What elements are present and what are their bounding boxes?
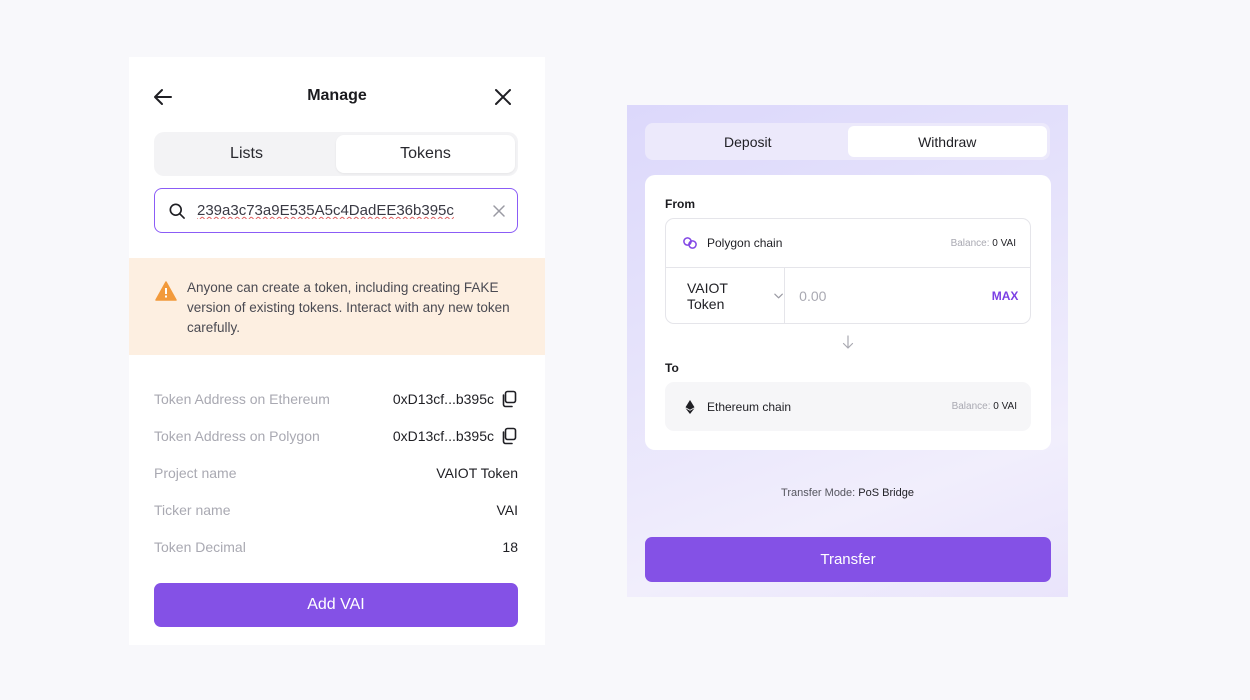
bridge-tabs: Deposit Withdraw (645, 123, 1050, 160)
manage-tabs: Lists Tokens (154, 132, 518, 176)
search-input[interactable] (197, 202, 485, 219)
from-balance-value: 0 VAI (992, 237, 1016, 249)
token-select-label: VAIOT Token (687, 279, 728, 312)
detail-label: Token Address on Ethereum (154, 390, 330, 407)
tab-deposit[interactable]: Deposit (648, 126, 848, 157)
detail-row: Token Decimal 18 (154, 528, 518, 565)
detail-label: Ticker name (154, 501, 231, 518)
detail-label: Token Address on Polygon (154, 427, 320, 444)
add-token-button[interactable]: Add VAI (154, 583, 518, 627)
to-chain-name: Ethereum chain (707, 399, 792, 414)
to-label: To (665, 361, 679, 375)
detail-row: Ticker name VAI (154, 491, 518, 528)
address-text: 0xD13cf...b395c (392, 390, 494, 407)
from-box: Polygon chain Balance: 0 VAI VAIOT Token… (665, 218, 1031, 324)
from-chain-row: Polygon chain Balance: 0 VAI (666, 219, 1030, 268)
amount-row: VAIOT Token MAX (666, 268, 1030, 323)
chevron-down-icon (774, 293, 783, 298)
token-details: Token Address on Ethereum 0xD13cf...b395… (154, 380, 518, 565)
detail-value: 0xD13cf...b395c (393, 427, 518, 445)
tab-withdraw[interactable]: Withdraw (847, 126, 1047, 157)
amount-input[interactable] (785, 268, 981, 323)
from-label: From (665, 197, 695, 211)
transfer-card: From Polygon chain Balance: 0 VAI VAIOT … (645, 175, 1051, 450)
address-text: 0xD13cf...b395c (392, 427, 494, 444)
bridge-panel: Deposit Withdraw From Polygon chain Bala… (627, 105, 1068, 597)
max-button[interactable]: MAX (980, 268, 1030, 323)
from-balance: Balance: 0 VAI (950, 237, 1016, 249)
page-title: Manage (307, 87, 367, 104)
warning-banner: Anyone can create a token, including cre… (129, 258, 545, 355)
detail-row: Token Address on Ethereum 0xD13cf...b395… (154, 380, 518, 417)
detail-value: VAI (496, 501, 518, 518)
search-box (154, 188, 518, 233)
token-select[interactable]: VAIOT Token (666, 268, 786, 323)
detail-value: VAIOT Token (436, 464, 518, 481)
from-chain-name: Polygon chain (707, 236, 783, 250)
detail-label: Token Decimal (154, 538, 246, 555)
detail-label: Project name (154, 464, 237, 481)
to-balance-value: 0 VAI (993, 401, 1017, 412)
arrow-down-icon (842, 335, 854, 349)
close-icon[interactable] (491, 85, 515, 109)
detail-row: Project name VAIOT Token (154, 454, 518, 491)
transfer-mode: Transfer Mode: PoS Bridge (627, 487, 1068, 499)
warning-triangle-icon (155, 281, 177, 301)
detail-value: 0xD13cf...b395c (393, 390, 518, 408)
to-box: Ethereum chain Balance: 0 VAI (665, 382, 1031, 431)
search-icon (169, 203, 185, 219)
clear-icon[interactable] (491, 203, 507, 219)
warning-text: Anyone can create a token, including cre… (187, 280, 510, 335)
tab-lists[interactable]: Lists (157, 135, 336, 173)
detail-row: Token Address on Polygon 0xD13cf...b395c (154, 417, 518, 454)
to-balance: Balance: 0 VAI (951, 401, 1017, 412)
transfer-mode-value: PoS Bridge (858, 487, 914, 499)
copy-icon[interactable] (500, 390, 518, 408)
copy-icon[interactable] (500, 427, 518, 445)
ethereum-icon (685, 399, 695, 414)
manage-header: Manage (129, 57, 545, 135)
detail-value: 18 (502, 538, 518, 555)
manage-panel: Manage Lists Tokens Anyone can create a … (129, 57, 545, 645)
transfer-mode-label: Transfer Mode: (781, 487, 856, 499)
tab-tokens[interactable]: Tokens (336, 135, 515, 173)
polygon-icon (683, 237, 697, 249)
transfer-button[interactable]: Transfer (645, 537, 1051, 582)
